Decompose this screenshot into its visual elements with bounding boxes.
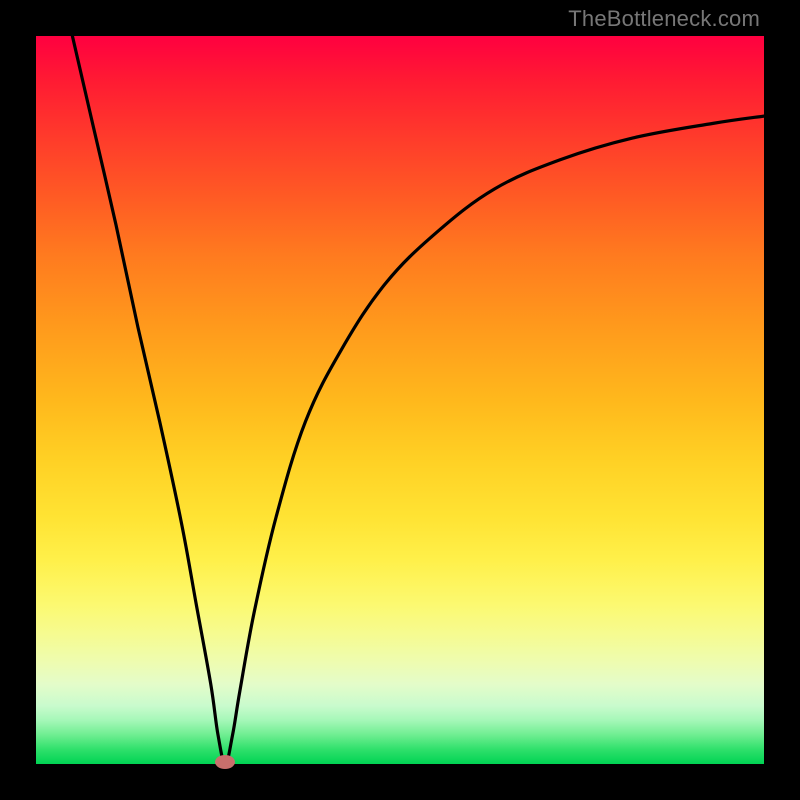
bottleneck-curve <box>36 36 764 764</box>
plot-area <box>36 36 764 764</box>
chart-frame: TheBottleneck.com <box>0 0 800 800</box>
attribution-text: TheBottleneck.com <box>568 6 760 32</box>
